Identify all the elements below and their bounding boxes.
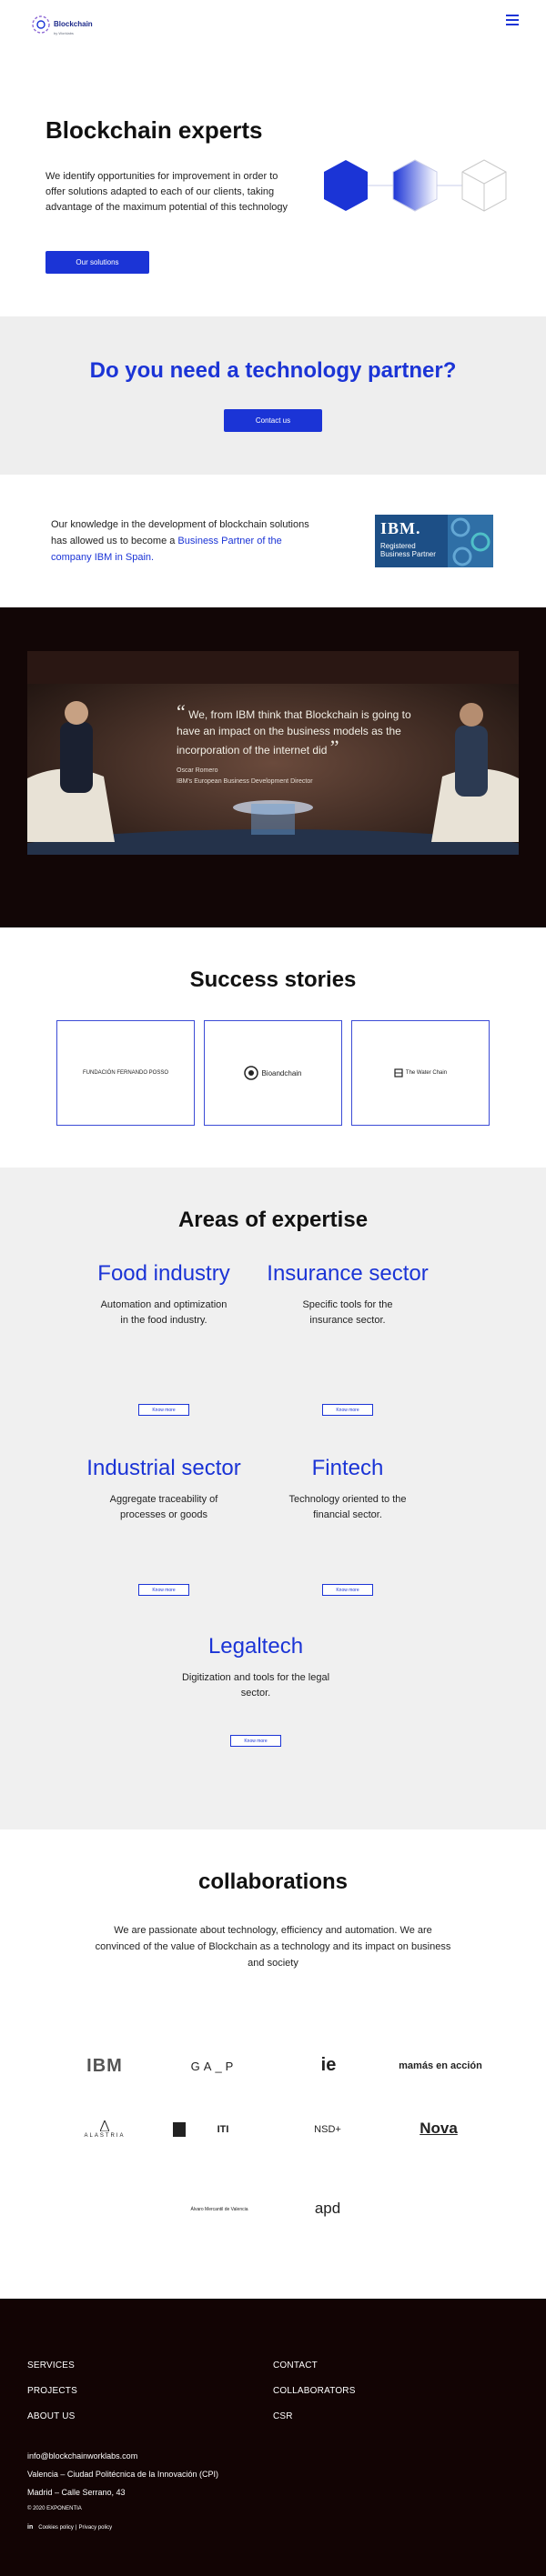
collaborations-section: collaborations We are passionate about t… <box>0 1829 546 2299</box>
area-description: Digitization and tools for the legal sec… <box>181 1672 330 1699</box>
area-title: Fintech <box>311 1456 384 1480</box>
area-title: Insurance sector <box>267 1261 429 1286</box>
logo-subtext: by Worklabs <box>54 30 74 35</box>
collaborations-title: collaborations <box>197 1869 349 1894</box>
area-legaltech: Legaltech Digitization and tools for the… <box>165 1633 347 1701</box>
linkedin-icon[interactable]: in <box>27 2524 33 2531</box>
site-footer: SERVICES PROJECTS ABOUT US CONTACT COLLA… <box>0 2299 546 2576</box>
collab-logo-ibm[interactable]: IBM <box>73 2055 136 2077</box>
area-title: Food industry <box>97 1261 230 1286</box>
cookies-policy-link[interactable]: Cookies policy <box>38 2525 74 2531</box>
area-insurance-sector: Insurance sector Specific tools for the … <box>257 1260 439 1328</box>
partner-title: Do you need a technology partner? <box>89 358 457 383</box>
our-solutions-button[interactable]: Our solutions <box>46 251 149 274</box>
logo-text: Blockchain <box>54 19 93 28</box>
area-title: Legaltech <box>207 1634 304 1659</box>
water-chain-logo-icon <box>394 1068 403 1078</box>
know-more-legaltech-button[interactable]: Know more <box>230 1735 281 1747</box>
area-description: Aggregate traceability of processes or g… <box>109 1494 218 1520</box>
footer-link-projects[interactable]: PROJECTS <box>27 2386 77 2396</box>
footer-link-about-us[interactable]: ABOUT US <box>27 2411 76 2421</box>
bioandchain-logo-icon <box>244 1066 259 1080</box>
collab-logo-ie[interactable]: ie <box>306 2051 351 2079</box>
ibm-registered-partner-badge: IBM. Registered Business Partner <box>375 515 493 567</box>
legal-separator: | <box>75 2524 77 2531</box>
area-description: Specific tools for the insurance sector. <box>302 1299 393 1326</box>
footer-link-collaborators[interactable]: COLLABORATORS <box>273 2386 356 2396</box>
footer-email-link[interactable]: info@blockchainworklabs.com <box>27 2451 137 2461</box>
areas-of-expertise-section: Areas of expertise Food industry Automat… <box>0 1168 546 1829</box>
success-stories-title: Success stories <box>189 967 357 992</box>
know-more-industrial-button[interactable]: Know more <box>138 1584 189 1596</box>
footer-legal-row: in Cookies policy | Privacy policy <box>27 2524 112 2531</box>
site-header: Blockchain by Worklabs <box>0 0 546 51</box>
site-logo[interactable]: Blockchain by Worklabs <box>31 11 95 38</box>
footer-link-contact[interactable]: CONTACT <box>273 2360 318 2371</box>
area-industrial-sector: Industrial sector Aggregate traceability… <box>73 1455 255 1523</box>
alastria-mark-icon <box>100 2120 109 2131</box>
ibm-badge-line1: Registered <box>380 542 416 550</box>
ibm-partner-section: Our knowledge in the development of bloc… <box>0 475 546 607</box>
ibm-badge-pattern-icon <box>448 515 493 567</box>
footer-address-madrid: Madrid – Calle Serrano, 43 <box>27 2488 126 2497</box>
quote-body: We, from IBM think that Blockchain is go… <box>177 708 411 757</box>
quote-open-mark: “ <box>177 700 186 723</box>
ibm-badge-logo: IBM. <box>380 519 421 537</box>
footer-link-csr[interactable]: CSR <box>273 2411 293 2421</box>
collab-logo-alvaro-mercantil[interactable]: Álvaro Mercantil de Valencia <box>178 2202 260 2217</box>
story-card-label: FUNDACIÓN FERNANDO POSSO <box>82 1070 168 1076</box>
success-stories-section: Success stories FUNDACIÓN FERNANDO POSSO… <box>0 927 546 1168</box>
privacy-policy-link[interactable]: Privacy policy <box>78 2525 112 2531</box>
hero-section: Blockchain experts We identify opportuni… <box>0 51 546 316</box>
hamburger-menu-icon[interactable] <box>506 15 519 25</box>
quote-text: “ We, from IBM think that Blockchain is … <box>177 702 422 758</box>
areas-title: Areas of expertise <box>177 1208 369 1232</box>
story-card-water-chain[interactable]: The Water Chain <box>351 1020 490 1126</box>
video-quote-section: “ We, from IBM think that Blockchain is … <box>0 607 546 927</box>
area-title: Industrial sector <box>86 1456 241 1480</box>
story-card-fundacion[interactable]: FUNDACIÓN FERNANDO POSSO <box>56 1020 195 1126</box>
blockchain-logo-icon <box>32 15 50 34</box>
know-more-fintech-button[interactable]: Know more <box>322 1584 373 1596</box>
area-fintech: Fintech Technology oriented to the finan… <box>257 1455 439 1523</box>
hexagon-cubes-illustration <box>324 159 507 212</box>
collab-logo-alastria[interactable]: ALASTRIA <box>76 2130 133 2142</box>
hero-title: Blockchain experts <box>46 116 263 144</box>
story-card-label: Bioandchain <box>261 1068 302 1078</box>
video-player[interactable]: “ We, from IBM think that Blockchain is … <box>27 651 519 855</box>
hero-text: We identify opportunities for improvemen… <box>46 171 288 213</box>
footer-link-services[interactable]: SERVICES <box>27 2360 75 2371</box>
quote-author: Oscar Romero <box>177 767 218 774</box>
collab-logo-mamas-en-accion[interactable]: mamás en acción <box>393 2057 488 2075</box>
collab-logo-nsd[interactable]: NSD+ <box>308 2120 348 2139</box>
footer-address-valencia: Valencia – Ciudad Politécnica de la Inno… <box>27 2470 218 2479</box>
footer-copyright: © 2020 EXPONENTIA <box>27 2506 82 2511</box>
quote-close-mark: ” <box>329 736 339 758</box>
area-description: Technology oriented to the financial sec… <box>288 1494 407 1520</box>
story-card-bioandchain[interactable]: Bioandchain <box>204 1020 342 1126</box>
technology-partner-section: Do you need a technology partner? Contac… <box>0 316 546 475</box>
collab-logo-iti[interactable]: ITI <box>173 2122 260 2137</box>
collaborations-text: We are passionate about technology, effi… <box>95 1925 451 1969</box>
quote-role: IBM's European Business Development Dire… <box>177 778 313 785</box>
know-more-food-button[interactable]: Know more <box>138 1404 189 1416</box>
contact-us-button[interactable]: Contact us <box>224 409 322 432</box>
collab-logo-nova[interactable]: Nova <box>411 2119 466 2139</box>
know-more-insurance-button[interactable]: Know more <box>322 1404 373 1416</box>
story-card-label: The Water Chain <box>405 1070 448 1076</box>
collab-logo-apd[interactable]: apd <box>298 2199 357 2219</box>
ibm-text: Our knowledge in the development of bloc… <box>51 516 324 566</box>
ibm-badge-text: Registered Business Partner <box>380 542 453 558</box>
collab-logo-gap[interactable]: GA_P <box>182 2057 246 2075</box>
area-description: Automation and optimization in the food … <box>100 1299 228 1326</box>
area-food-industry: Food industry Automation and optimizatio… <box>73 1260 255 1328</box>
ibm-badge-line2: Business Partner <box>380 550 436 558</box>
